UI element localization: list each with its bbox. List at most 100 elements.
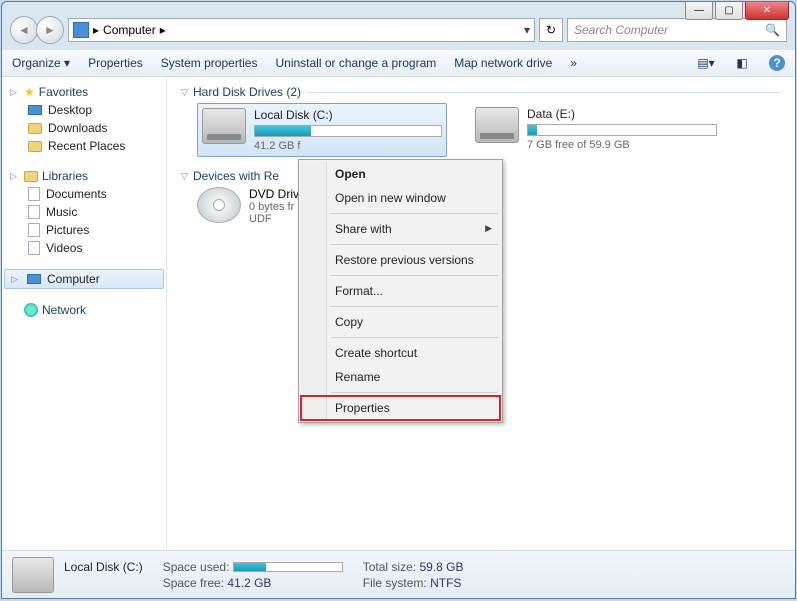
music-icon — [28, 205, 40, 219]
dvd-icon — [197, 187, 241, 223]
search-input[interactable]: Search Computer 🔍 — [567, 18, 787, 42]
network-icon — [24, 303, 38, 317]
uninstall-button[interactable]: Uninstall or change a program — [275, 56, 436, 70]
address-dropdown[interactable]: ▾ — [524, 23, 530, 37]
libraries-group[interactable]: ▷ Libraries — [4, 167, 164, 185]
menu-separator — [331, 213, 498, 214]
minimize-button[interactable]: — — [685, 2, 713, 20]
sidebar-item-downloads[interactable]: Downloads — [4, 119, 164, 137]
file-system-value: NTFS — [430, 576, 461, 590]
search-icon: 🔍 — [765, 23, 780, 37]
menu-properties[interactable]: Properties — [301, 396, 500, 420]
space-used-label: Space used: — [163, 560, 230, 574]
drive-name: Data (E:) — [527, 107, 717, 121]
drive-free-text: 7 GB free of 59.9 GB — [527, 139, 717, 151]
sidebar-item-recent[interactable]: Recent Places — [4, 137, 164, 155]
details-pane: Local Disk (C:) Space used: Total size: … — [2, 550, 795, 598]
section-hard-disk-drives[interactable]: ▽ Hard Disk Drives (2) — [181, 85, 781, 99]
file-system-label: File system: — [363, 576, 427, 590]
drive-name: Local Disk (C:) — [254, 108, 442, 122]
context-menu: Open Open in new window Share with ▶ Res… — [298, 159, 503, 423]
submenu-arrow-icon: ▶ — [485, 223, 492, 234]
help-button[interactable]: ? — [769, 55, 785, 71]
menu-create-shortcut[interactable]: Create shortcut — [301, 341, 500, 365]
sidebar-item-documents[interactable]: Documents — [4, 185, 164, 203]
map-drive-button[interactable]: Map network drive — [454, 56, 552, 70]
drive-icon — [202, 108, 246, 144]
sidebar-item-music[interactable]: Music — [4, 203, 164, 221]
drive-free-text: 41.2 GB f — [254, 140, 442, 152]
sidebar-item-computer[interactable]: ▷ Computer — [4, 269, 164, 289]
favorites-group[interactable]: ▷ ★ Favorites — [4, 83, 164, 101]
pictures-icon — [28, 223, 40, 237]
view-options-button[interactable]: ▤▾ — [697, 54, 715, 72]
menu-copy[interactable]: Copy — [301, 310, 500, 334]
usage-bar — [254, 125, 442, 137]
collapse-icon: ▷ — [10, 87, 20, 98]
preview-pane-button[interactable]: ◧ — [733, 54, 751, 72]
toolbar-overflow[interactable]: » — [570, 56, 577, 70]
drive-icon — [12, 557, 54, 593]
collapse-icon: ▽ — [181, 171, 193, 182]
drive-data-e[interactable]: Data (E:) 7 GB free of 59.9 GB — [471, 103, 721, 157]
sidebar-item-videos[interactable]: Videos — [4, 239, 164, 257]
folder-icon — [28, 123, 42, 134]
menu-rename[interactable]: Rename — [301, 365, 500, 389]
address-bar[interactable]: ▸ Computer ▸ ▾ — [68, 18, 535, 42]
computer-icon — [73, 22, 89, 38]
sidebar-item-desktop[interactable]: Desktop — [4, 101, 164, 119]
refresh-button[interactable]: ↻ — [539, 18, 563, 42]
dvd-fs: UDF — [249, 213, 299, 225]
dvd-bytes: 0 bytes fr — [249, 201, 299, 213]
menu-open[interactable]: Open — [301, 162, 500, 186]
system-properties-button[interactable]: System properties — [161, 56, 258, 70]
collapse-icon: ▷ — [10, 171, 20, 182]
star-icon: ★ — [24, 85, 35, 99]
menu-share-with[interactable]: Share with ▶ — [301, 217, 500, 241]
explorer-window: — ▢ ✕ ◄ ► ▸ Computer ▸ ▾ ↻ Search Comput… — [1, 1, 796, 599]
documents-icon — [28, 187, 40, 201]
forward-button[interactable]: ► — [36, 16, 64, 44]
menu-open-new-window[interactable]: Open in new window — [301, 186, 500, 210]
breadcrumb-sep: ▸ — [160, 23, 166, 37]
total-size-label: Total size: — [363, 560, 416, 574]
menu-separator — [331, 244, 498, 245]
space-free-label: Space free: — [163, 576, 224, 590]
toolbar: Organize ▾ Properties System properties … — [2, 50, 795, 77]
computer-icon — [27, 274, 41, 284]
drive-local-c[interactable]: Local Disk (C:) 41.2 GB f — [197, 103, 447, 157]
properties-button[interactable]: Properties — [88, 56, 143, 70]
videos-icon — [28, 241, 40, 255]
usage-bar — [527, 124, 717, 136]
drive-icon — [475, 107, 519, 143]
menu-separator — [331, 275, 498, 276]
organize-menu[interactable]: Organize ▾ — [12, 56, 70, 70]
libraries-icon — [24, 171, 38, 182]
navigation-row: ◄ ► ▸ Computer ▸ ▾ ↻ Search Computer 🔍 — [2, 10, 795, 50]
maximize-button[interactable]: ▢ — [715, 2, 743, 20]
menu-separator — [331, 337, 498, 338]
chevron-down-icon: ▾ — [64, 56, 70, 70]
collapse-icon: ▷ — [11, 274, 21, 285]
collapse-icon: ▽ — [181, 87, 193, 98]
menu-separator — [331, 306, 498, 307]
space-free-value: 41.2 GB — [227, 576, 271, 590]
total-size-value: 59.8 GB — [419, 560, 463, 574]
menu-restore-versions[interactable]: Restore previous versions — [301, 248, 500, 272]
back-button[interactable]: ◄ — [10, 16, 38, 44]
recent-icon — [28, 141, 42, 152]
sidebar-item-network[interactable]: ▷ Network — [4, 301, 164, 319]
breadcrumb-sep: ▸ — [93, 23, 99, 37]
dvd-name: DVD Driv — [249, 187, 299, 201]
close-button[interactable]: ✕ — [745, 2, 789, 20]
sidebar-item-pictures[interactable]: Pictures — [4, 221, 164, 239]
status-drive-name: Local Disk (C:) — [64, 560, 143, 574]
navigation-pane: ▷ ★ Favorites Desktop Downloads Recent P… — [2, 77, 167, 570]
menu-format[interactable]: Format... — [301, 279, 500, 303]
menu-separator — [331, 392, 498, 393]
breadcrumb-computer[interactable]: Computer — [103, 23, 156, 37]
usage-bar — [233, 562, 343, 572]
desktop-icon — [28, 105, 42, 115]
window-controls: — ▢ ✕ — [685, 2, 789, 20]
search-placeholder: Search Computer — [574, 23, 668, 37]
